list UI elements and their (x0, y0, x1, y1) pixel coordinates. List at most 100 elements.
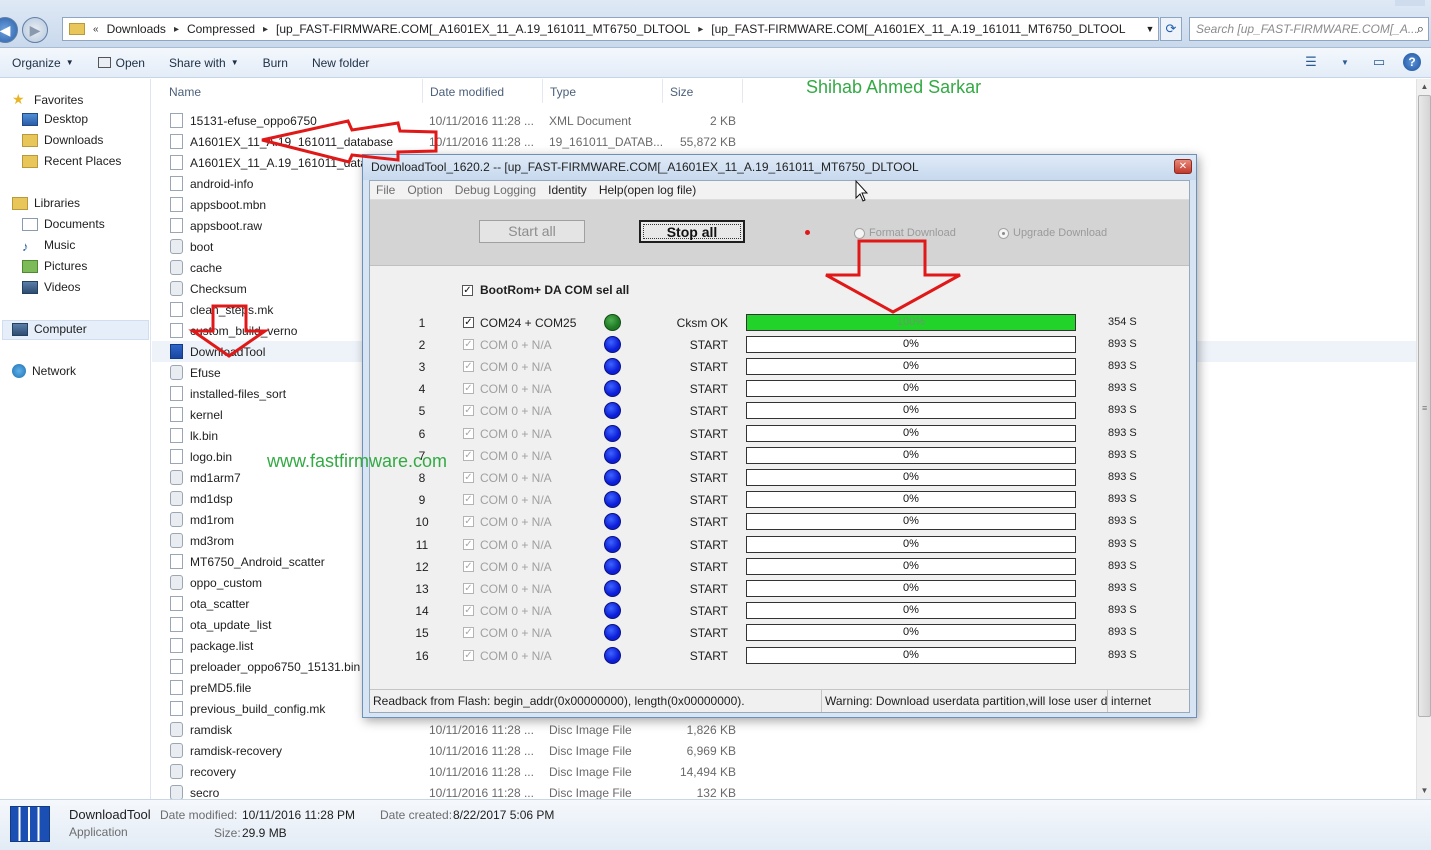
breadcrumb-current[interactable]: [up_FAST-FIRMWARE.COM[_A1601EX_11_A.19_1… (705, 22, 1131, 36)
breadcrumb-overflow[interactable]: « (91, 24, 101, 35)
help-icon[interactable]: ? (1403, 53, 1421, 71)
column-divider[interactable] (422, 79, 423, 103)
column-type[interactable]: Type (550, 85, 576, 99)
port-checkbox[interactable]: ✓ (463, 405, 474, 416)
breadcrumb[interactable]: « Downloads ▸ Compressed ▸ [up_FAST-FIRM… (62, 17, 1159, 41)
column-date-modified[interactable]: Date modified (430, 85, 504, 99)
disc-file-icon (170, 470, 183, 485)
table-row[interactable]: recovery 10/11/2016 11:28 ... Disc Image F… (152, 761, 1417, 782)
vertical-scrollbar[interactable]: ▲ ≡ ▼ (1416, 79, 1431, 799)
star-icon: ★ (12, 91, 25, 107)
menu-option[interactable]: Option (401, 181, 448, 199)
scroll-down-arrow-icon[interactable]: ▼ (1417, 783, 1431, 799)
table-row[interactable]: A1601EX_11_A.19_161011_database 10/11/201… (152, 131, 1417, 152)
port-checkbox[interactable]: ✓ (463, 472, 474, 483)
port-checkbox[interactable]: ✓ (463, 339, 474, 350)
port-checkbox[interactable]: ✓ (463, 361, 474, 372)
port-checkbox[interactable]: ✓ (463, 516, 474, 527)
file-name: ota_update_list (190, 618, 272, 632)
nav-downloads[interactable]: Downloads (22, 133, 103, 147)
upgrade-download-radio[interactable]: Upgrade Download (998, 227, 1107, 239)
file-name: DownloadTool (190, 345, 266, 359)
port-checkbox[interactable]: ✓ (463, 583, 474, 594)
preview-pane-icon[interactable]: ▭ (1369, 53, 1389, 71)
port-status-led-icon (604, 558, 621, 575)
nav-network[interactable]: Network (12, 364, 76, 378)
share-with-button[interactable]: Share with ▼ (157, 56, 251, 70)
port-checkbox[interactable]: ✓ (463, 650, 474, 661)
chevron-right-icon[interactable]: ▸ (261, 24, 270, 35)
port-checkbox[interactable]: ✓ (463, 561, 474, 572)
chevron-down-icon[interactable]: ▼ (1335, 53, 1355, 71)
nav-computer[interactable]: Computer (12, 322, 87, 336)
breadcrumb-archive[interactable]: [up_FAST-FIRMWARE.COM[_A1601EX_11_A.19_1… (270, 22, 696, 36)
start-all-button[interactable]: Start all (479, 220, 585, 243)
open-button[interactable]: Open (86, 56, 157, 70)
nav-music[interactable]: ♪ Music (22, 238, 75, 254)
chevron-right-icon[interactable]: ▸ (172, 24, 181, 35)
port-checkbox[interactable]: ✓ (463, 383, 474, 394)
progress-percent: 0% (903, 560, 919, 572)
menu-debug-logging[interactable]: Debug Logging (449, 181, 542, 199)
table-row[interactable]: ramdisk-recovery 10/11/2016 11:28 ... Disc… (152, 740, 1417, 761)
organize-button[interactable]: Organize ▼ (0, 56, 86, 70)
select-all-checkbox[interactable]: ✓ BootRom+ DA COM sel all (462, 283, 629, 297)
file-name: md3rom (190, 534, 235, 548)
column-name[interactable]: Name (169, 85, 201, 99)
port-checkbox[interactable]: ✓ (463, 627, 474, 638)
stop-all-button[interactable]: Stop all (639, 220, 745, 243)
window-controls[interactable] (1395, 0, 1425, 6)
port-checkbox[interactable]: ✓ (463, 605, 474, 616)
nav-favorites[interactable]: ★ Favorites (12, 91, 83, 108)
checkbox-checked-icon[interactable]: ✓ (462, 284, 473, 296)
address-dropdown[interactable]: ▼ (1140, 17, 1160, 41)
column-size[interactable]: Size (670, 85, 693, 99)
port-checkbox[interactable]: ✓ (463, 494, 474, 505)
port-checkbox[interactable]: ✓ (463, 428, 474, 439)
column-divider[interactable] (542, 79, 543, 103)
burn-button[interactable]: Burn (251, 56, 300, 70)
search-placeholder: Search [up_FAST-FIRMWARE.COM[_A... (1196, 22, 1418, 36)
format-download-radio[interactable]: Format Download (854, 227, 956, 239)
disc-file-icon (170, 239, 183, 254)
details-file-type: Application (69, 825, 128, 839)
file-date: 10/11/2016 11:28 ... (429, 723, 534, 737)
port-com-label: COM 0 + N/A (480, 560, 552, 574)
view-options-icon[interactable]: ☰ (1301, 53, 1321, 71)
close-button[interactable]: ✕ (1174, 159, 1192, 174)
breadcrumb-compressed[interactable]: Compressed (181, 22, 261, 36)
downloadtool-titlebar[interactable]: DownloadTool_1620.2 -- [up_FAST-FIRMWARE… (363, 155, 1196, 180)
back-button[interactable]: ◀ (0, 17, 18, 43)
new-folder-button[interactable]: New folder (300, 56, 381, 70)
port-checkbox[interactable]: ✓ (463, 450, 474, 461)
port-checkbox[interactable]: ✓ (463, 539, 474, 550)
computer-icon (12, 322, 28, 336)
nav-desktop[interactable]: Desktop (22, 112, 88, 126)
menu-help[interactable]: Help(open log file) (593, 181, 702, 199)
column-divider[interactable] (742, 79, 743, 103)
breadcrumb-downloads[interactable]: Downloads (101, 22, 172, 36)
progress-percent: 0% (903, 360, 919, 372)
file-name: recovery (190, 765, 237, 779)
search-input[interactable]: Search [up_FAST-FIRMWARE.COM[_A... ⌕ (1189, 17, 1429, 41)
nav-documents[interactable]: Documents (22, 217, 105, 231)
nav-videos[interactable]: Videos (22, 280, 80, 294)
column-divider[interactable] (662, 79, 663, 103)
table-row[interactable]: ramdisk 10/11/2016 11:28 ... Disc Image Fi… (152, 719, 1417, 740)
file-name: secro (190, 786, 220, 800)
forward-button[interactable]: ▶ (22, 17, 48, 43)
port-checkbox[interactable]: ✓ (463, 317, 474, 328)
nav-pictures[interactable]: Pictures (22, 259, 87, 273)
nav-libraries[interactable]: Libraries (12, 196, 80, 210)
menu-file[interactable]: File (370, 181, 401, 199)
scrollbar-thumb[interactable]: ≡ (1418, 95, 1431, 717)
menu-identity[interactable]: Identity (542, 181, 593, 199)
nav-recent-places[interactable]: Recent Places (22, 154, 121, 168)
chevron-right-icon[interactable]: ▸ (696, 24, 705, 35)
table-row[interactable]: 15131-efuse_oppo6750 10/11/2016 11:28 ...… (152, 110, 1417, 131)
search-icon[interactable]: ⌕ (1417, 21, 1424, 37)
port-row: 11 ✓ COM 0 + N/A START 0% 893 S (370, 534, 1189, 556)
refresh-button[interactable]: ⟳ (1160, 17, 1182, 41)
scroll-up-arrow-icon[interactable]: ▲ (1417, 79, 1431, 95)
file-file-icon (170, 638, 183, 653)
